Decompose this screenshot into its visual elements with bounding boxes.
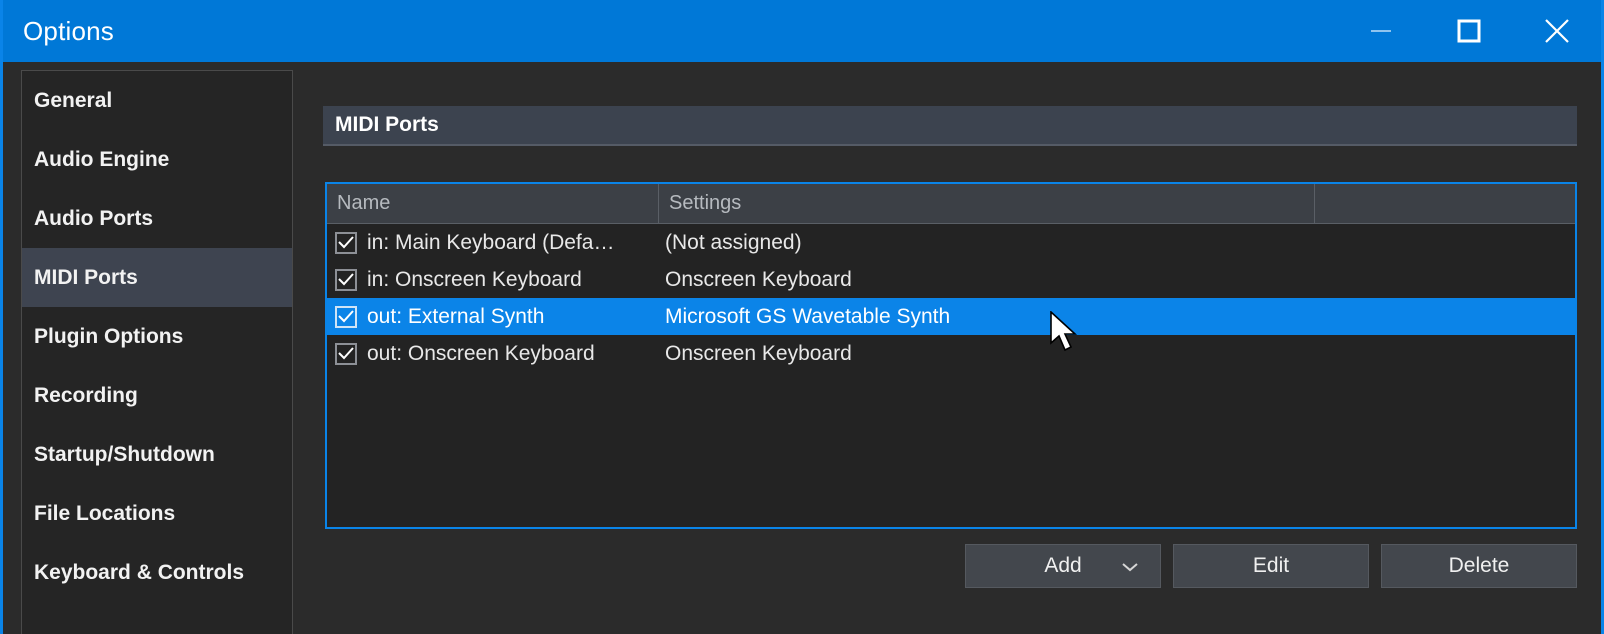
sidebar-item-label: Audio Engine (34, 147, 170, 171)
cell-name: in: Onscreen Keyboard (327, 268, 659, 292)
column-header-name[interactable]: Name (327, 184, 659, 223)
sidebar-item-startup-shutdown[interactable]: Startup/Shutdown (22, 425, 292, 484)
window-body: General Audio Engine Audio Ports MIDI Ports… (3, 62, 1601, 634)
column-header-settings[interactable]: Settings (659, 184, 1315, 223)
cell-name: out: External Synth (327, 305, 659, 329)
add-button-label: Add (1044, 554, 1082, 577)
sidebar-item-plugin-options[interactable]: Plugin Options (22, 307, 292, 366)
table-body: in: Main Keyboard (Defa… (Not assigned) in… (327, 224, 1575, 372)
edit-button-label: Edit (1252, 554, 1290, 577)
column-header-extra[interactable] (1315, 184, 1575, 223)
sidebar-item-label: Audio Ports (34, 206, 153, 230)
sidebar-item-label: Keyboard & Controls (34, 560, 245, 584)
sidebar-item-general[interactable]: General (22, 71, 292, 130)
add-button[interactable]: Add (965, 544, 1161, 588)
options-window: Options General Audio Engine Audio Ports MI… (0, 0, 1604, 634)
table-row[interactable]: in: Main Keyboard (Defa… (Not assigned) (327, 224, 1575, 261)
cell-settings: Onscreen Keyboard (665, 267, 852, 291)
cell-settings: Microsoft GS Wavetable Synth (665, 304, 951, 328)
port-name-label: in: Main Keyboard (Defa… (367, 230, 615, 254)
close-icon (1543, 17, 1571, 45)
window-title: Options (23, 15, 115, 46)
table-row[interactable]: out: Onscreen Keyboard Onscreen Keyboard (327, 335, 1575, 372)
checkbox-icon[interactable] (335, 305, 357, 328)
page-title: MIDI Ports (335, 113, 439, 136)
minimize-button[interactable] (1337, 0, 1425, 62)
checkbox-icon[interactable] (335, 268, 357, 291)
maximize-button[interactable] (1425, 0, 1513, 62)
sidebar-item-label: Recording (34, 383, 138, 407)
cell-settings: Onscreen Keyboard (665, 341, 852, 365)
edit-button[interactable]: Edit (1173, 544, 1369, 588)
sidebar-item-label: MIDI Ports (34, 265, 138, 289)
checkbox-icon[interactable] (335, 342, 357, 365)
sidebar-item-recording[interactable]: Recording (22, 366, 292, 425)
table-row[interactable]: out: External Synth Microsoft GS Wavetabl… (327, 298, 1575, 335)
title-bar: Options (3, 0, 1601, 62)
delete-button[interactable]: Delete (1381, 544, 1577, 588)
port-name-label: out: Onscreen Keyboard (367, 341, 595, 365)
port-name-label: out: External Synth (367, 304, 545, 328)
port-name-label: in: Onscreen Keyboard (367, 267, 582, 291)
table-actions: Add Edit Delete (953, 544, 1577, 588)
minimize-icon (1370, 25, 1392, 37)
cell-name: out: Onscreen Keyboard (327, 342, 659, 366)
sidebar-item-label: Plugin Options (34, 324, 184, 348)
section-header: MIDI Ports (323, 106, 1577, 146)
sidebar-item-keyboard-controls[interactable]: Keyboard & Controls (22, 543, 292, 602)
table-row[interactable]: in: Onscreen Keyboard Onscreen Keyboard (327, 261, 1575, 298)
delete-button-label: Delete (1448, 554, 1510, 577)
cell-name: in: Main Keyboard (Defa… (327, 231, 659, 255)
sidebar-item-midi-ports[interactable]: MIDI Ports (22, 248, 292, 307)
maximize-icon (1457, 19, 1481, 43)
sidebar-item-label: Startup/Shutdown (34, 442, 215, 466)
main-panel: MIDI Ports Name Settings in: Main Keyboa… (307, 62, 1589, 634)
close-button[interactable] (1513, 0, 1601, 62)
settings-category-list[interactable]: General Audio Engine Audio Ports MIDI Ports… (21, 70, 293, 634)
sidebar-item-label: File Locations (34, 501, 176, 525)
sidebar-item-audio-engine[interactable]: Audio Engine (22, 130, 292, 189)
sidebar-item-audio-ports[interactable]: Audio Ports (22, 189, 292, 248)
cell-settings: (Not assigned) (665, 230, 802, 254)
midi-ports-table[interactable]: Name Settings in: Main Keyboard (Defa… (N… (325, 182, 1577, 529)
table-header-row: Name Settings (327, 184, 1575, 224)
sidebar-item-file-locations[interactable]: File Locations (22, 484, 292, 543)
chevron-down-icon[interactable] (1122, 554, 1138, 578)
checkbox-icon[interactable] (335, 231, 357, 254)
sidebar-item-label: General (34, 88, 113, 112)
